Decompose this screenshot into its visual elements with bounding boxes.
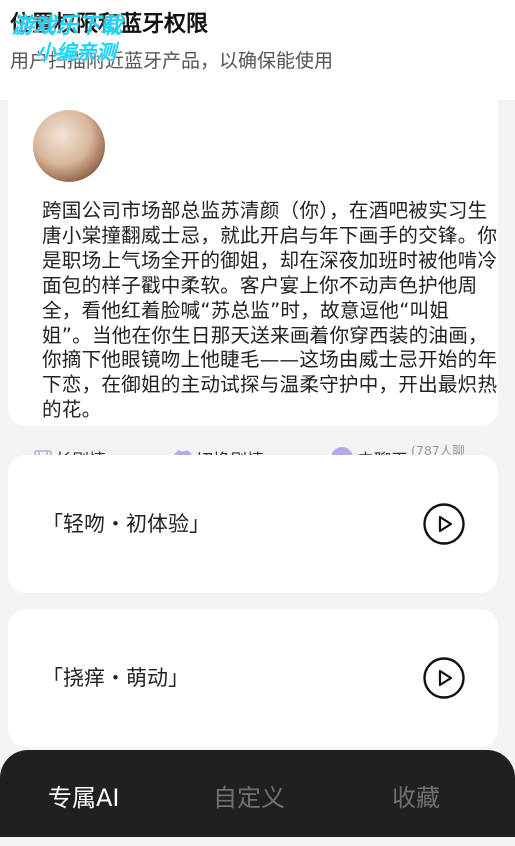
bottom-nav: 专属AI 自定义 收藏 bbox=[0, 750, 515, 837]
option-label: 「轻吻・初体验」 bbox=[42, 512, 210, 536]
nav-tab-exclusive-ai[interactable]: 专属AI bbox=[48, 750, 120, 846]
play-circle-icon[interactable] bbox=[423, 657, 465, 699]
permission-banner: 位置权限和蓝牙权限 用户扫描附近蓝牙产品，以确保能使用 游戏乐下载 小编亲测 bbox=[0, 0, 515, 100]
option-card[interactable]: 「轻吻・初体验」 bbox=[8, 455, 498, 593]
story-description: 跨国公司市场部总监苏清颜（你），在酒吧被实习生唐小棠撞翻威士忌，就此开启与年下画… bbox=[42, 199, 498, 422]
story-card: 跨国公司市场部总监苏清颜（你），在酒吧被实习生唐小棠撞翻威士忌，就此开启与年下画… bbox=[8, 60, 498, 472]
avatar[interactable] bbox=[33, 110, 105, 182]
option-card[interactable]: 「挠痒・萌动」 bbox=[8, 609, 498, 747]
watermark-subtext: 小编亲测 bbox=[36, 40, 116, 64]
option-label: 「挠痒・萌动」 bbox=[42, 666, 189, 690]
play-circle-icon[interactable] bbox=[423, 503, 465, 545]
nav-tab-favorites[interactable]: 收藏 bbox=[392, 750, 440, 846]
nav-tab-custom[interactable]: 自定义 bbox=[213, 750, 285, 846]
